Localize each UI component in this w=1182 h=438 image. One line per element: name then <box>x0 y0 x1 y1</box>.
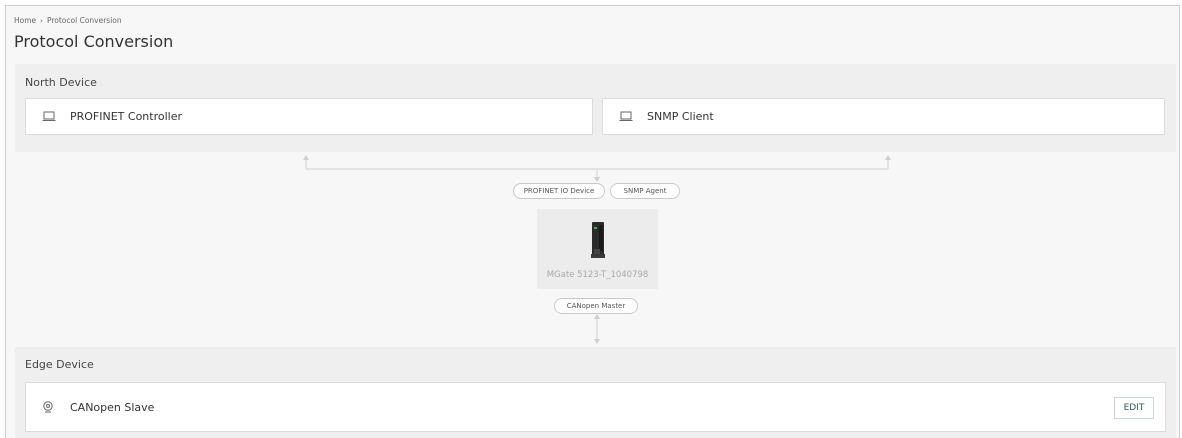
edge-device-card-canopen-slave[interactable]: CANopen Slave EDIT <box>25 382 1166 432</box>
protocol-pill-canopen-master: CANopen Master <box>554 298 638 314</box>
edge-device-label: CANopen Slave <box>70 400 155 414</box>
edge-device-section: Edge Device CANopen Slave EDIT <box>15 347 1176 438</box>
location-pin-icon <box>42 401 58 413</box>
gateway-device[interactable]: MGate 5123-T_1040798 <box>537 209 658 289</box>
gateway-device-name: MGate 5123-T_1040798 <box>546 270 649 280</box>
gateway-device-icon <box>590 221 606 263</box>
protocol-pill-profinet-io-device: PROFINET IO Device <box>513 183 605 199</box>
edge-device-title: Edge Device <box>25 358 94 371</box>
protocol-pill-snmp-agent: SNMP Agent <box>610 183 680 199</box>
protocol-conversion-page: Home › Protocol Conversion Protocol Conv… <box>5 5 1180 438</box>
edit-button[interactable]: EDIT <box>1114 397 1154 419</box>
